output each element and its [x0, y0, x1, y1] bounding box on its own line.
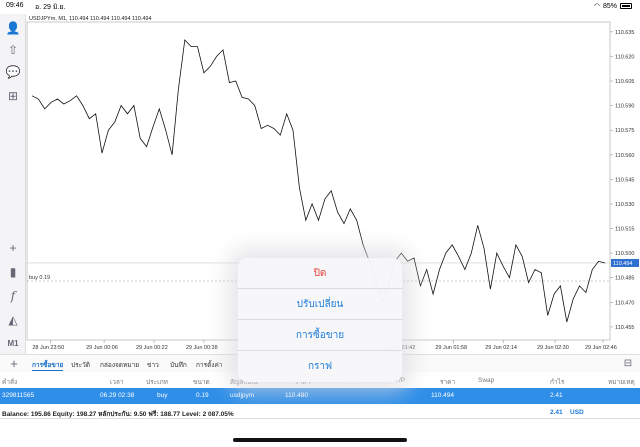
- current-price-label: 110.494: [613, 261, 632, 267]
- col-type: ประเภท: [146, 379, 168, 386]
- col-comment: หมายเหตุ: [608, 379, 635, 386]
- add-order-icon[interactable]: +: [6, 356, 22, 372]
- add-chart-icon[interactable]: ⊞: [5, 88, 21, 104]
- time-label: 29 Jun 02:14: [485, 345, 517, 351]
- price-label: 110.575: [615, 128, 634, 134]
- time-label: 29 Jun 01:58: [435, 345, 467, 351]
- chart-toolbar: 👤 ⇧ 💬 ⊞ + ▮ f ◭ M1: [0, 14, 26, 354]
- total-profit: 2.41: [550, 409, 563, 416]
- price-label: 110.515: [615, 227, 634, 233]
- action-sheet: ปิด ปรับเปลี่ยน การซื้อขาย กราฟ: [238, 258, 402, 382]
- time-label: 29 Jun 00:06: [86, 345, 118, 351]
- price-label: 110.545: [615, 177, 634, 183]
- chart-option[interactable]: กราฟ: [238, 351, 402, 382]
- tab-settings[interactable]: การตั้งค่า: [196, 360, 222, 370]
- balance-bar: Balance: 195.86 Equity: 198.27 หลักประกั…: [0, 405, 640, 419]
- col-price-now: ราคา: [440, 379, 456, 386]
- battery-percent: 85%: [602, 2, 617, 10]
- status-bar: 09:46 อ. 29 มิ.ย. ◠ 85%: [0, 0, 640, 12]
- price-label: 110.620: [615, 54, 634, 60]
- tab-news[interactable]: ข่าว: [147, 360, 159, 370]
- status-time: 09:46: [6, 2, 24, 9]
- wifi-icon: ◠: [593, 3, 600, 10]
- price-label: 110.590: [615, 104, 634, 110]
- balance-line: Balance: 195.86 Equity: 198.27 หลักประกั…: [2, 411, 234, 418]
- status-right: ◠ 85%: [594, 2, 632, 10]
- price-label: 110.455: [615, 325, 634, 331]
- time-label: 29 Jun 00:22: [136, 345, 168, 351]
- row-type: buy: [157, 392, 168, 399]
- price-label: 110.485: [615, 276, 634, 282]
- price-label: 110.500: [615, 251, 634, 257]
- price-label: 110.560: [615, 153, 634, 159]
- chart-type-icon[interactable]: ▮: [5, 264, 21, 280]
- tab-journal[interactable]: บันทึก: [170, 360, 187, 370]
- symbol-header: USDJPYm, M1, 110.494 110.494 110.494 110…: [29, 16, 152, 22]
- row-price-now: 110.494: [431, 392, 455, 399]
- time-label: 29 Jun 00:38: [186, 345, 218, 351]
- total-currency: USD: [570, 409, 584, 416]
- period-button[interactable]: M1: [5, 336, 21, 352]
- col-order: คำสั่ง: [2, 379, 18, 386]
- row-profit: 2.41: [550, 392, 563, 399]
- tab-mailbox[interactable]: กล่องจดหมาย: [100, 360, 139, 370]
- close-order-option[interactable]: ปิด: [238, 258, 402, 289]
- home-indicator[interactable]: [233, 438, 407, 442]
- row-time: 06.29 02:38: [100, 392, 135, 399]
- trade-option[interactable]: การซื้อขาย: [238, 320, 402, 351]
- tab-trade[interactable]: การซื้อขาย: [32, 360, 64, 371]
- tab-history[interactable]: ประวัติ: [71, 360, 90, 370]
- col-swap: Swap: [478, 377, 495, 384]
- price-label: 110.605: [615, 79, 634, 85]
- layout-icon[interactable]: ⊟: [620, 356, 636, 372]
- battery-icon: [620, 3, 632, 9]
- account-icon[interactable]: 👤: [5, 20, 21, 36]
- modify-order-option[interactable]: ปรับเปลี่ยน: [238, 289, 402, 320]
- chat-icon[interactable]: 💬: [5, 64, 21, 80]
- app-root: 09:46 อ. 29 มิ.ย. ◠ 85% 👤 ⇧ 💬 ⊞ + ▮ f ◭ …: [0, 0, 640, 447]
- col-size: ขนาด: [193, 379, 210, 386]
- row-symbol: usdjpym: [230, 392, 255, 399]
- price-label: 110.635: [615, 30, 634, 36]
- col-time: เวลา: [110, 379, 124, 386]
- time-label: 28 Jun 23:50: [32, 345, 64, 351]
- row-order: 329811565: [2, 392, 35, 399]
- order-line-label: buy 0.19: [29, 275, 50, 281]
- objects-icon[interactable]: ◭: [5, 312, 21, 328]
- time-label: 29 Jun 02:46: [585, 345, 617, 351]
- col-profit: กำไร: [550, 379, 565, 386]
- new-order-icon[interactable]: ⇧: [5, 42, 21, 58]
- table-row[interactable]: 329811565 06.29 02:38 buy 0.19 usdjpym 1…: [0, 388, 640, 404]
- indicators-icon[interactable]: f: [5, 288, 21, 304]
- time-label: 29 Jun 02:30: [537, 345, 569, 351]
- row-size: 0.19: [196, 392, 209, 399]
- price-label: 110.530: [615, 202, 634, 208]
- price-label: 110.470: [615, 300, 634, 306]
- crosshair-icon[interactable]: +: [5, 240, 21, 256]
- row-price: 110.480: [285, 392, 309, 399]
